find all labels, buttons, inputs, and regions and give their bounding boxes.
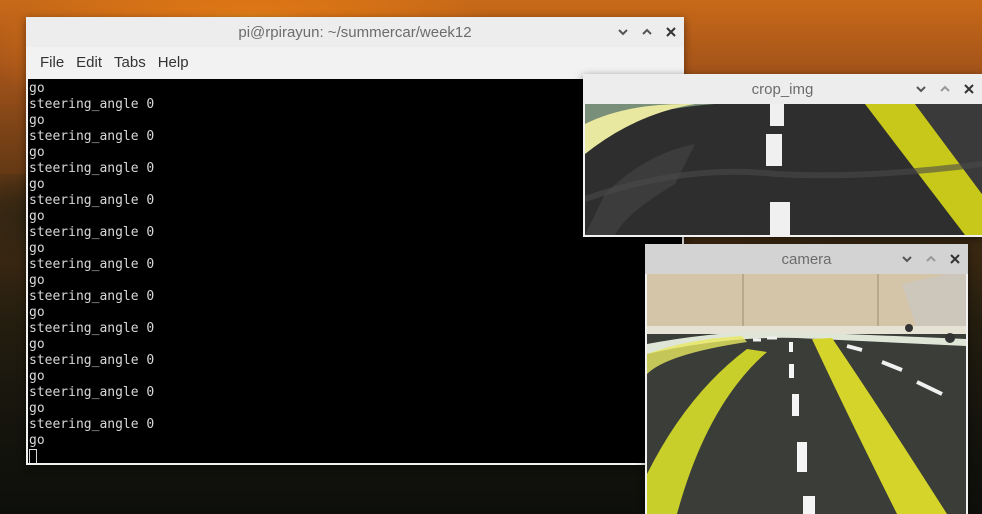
terminal-line: steering_angle 0 [29, 385, 155, 400]
terminal-line: go [29, 337, 45, 352]
minimize-button[interactable] [914, 82, 928, 96]
close-button[interactable] [962, 82, 976, 96]
close-icon [964, 84, 974, 94]
maximize-button[interactable] [924, 252, 938, 266]
terminal-line: go [29, 401, 45, 416]
crop-img-titlebar[interactable]: crop_img [583, 74, 982, 104]
terminal-prompt-line [29, 449, 682, 463]
chevron-up-icon [926, 255, 936, 262]
maximize-button[interactable] [938, 82, 952, 96]
minimize-button[interactable] [900, 252, 914, 266]
camera-window: camera [645, 244, 968, 514]
terminal-line: steering_angle 0 [29, 321, 155, 336]
terminal-menubar: File Edit Tabs Help [26, 47, 684, 77]
menu-edit[interactable]: Edit [70, 54, 108, 71]
terminal-line: go [29, 273, 45, 288]
terminal-line: steering_angle 0 [29, 289, 155, 304]
window-title: camera [781, 250, 832, 268]
chevron-down-icon [618, 29, 628, 36]
terminal-line: go [29, 305, 45, 320]
window-title: pi@rpirayun: ~/summercar/week12 [238, 23, 472, 41]
chevron-down-icon [902, 256, 912, 263]
menu-tabs[interactable]: Tabs [108, 54, 152, 71]
crop-img-window: crop_img [583, 74, 982, 237]
terminal-line: steering_angle 0 [29, 417, 155, 432]
terminal-line: steering_angle 0 [29, 353, 155, 368]
text-cursor [29, 449, 37, 463]
window-title: crop_img [751, 80, 814, 98]
close-button[interactable] [664, 25, 678, 39]
close-icon [950, 254, 960, 264]
terminal-line: go [29, 241, 45, 256]
terminal-titlebar[interactable]: pi@rpirayun: ~/summercar/week12 [26, 17, 684, 47]
chevron-up-icon [940, 85, 950, 92]
menu-file[interactable]: File [34, 54, 70, 71]
chevron-down-icon [916, 86, 926, 93]
terminal-line: steering_angle 0 [29, 257, 155, 272]
maximize-button[interactable] [640, 25, 654, 39]
terminal-line: go [29, 433, 45, 448]
chevron-up-icon [642, 28, 652, 35]
menu-help[interactable]: Help [152, 54, 195, 71]
crop-image [585, 104, 982, 235]
camera-titlebar[interactable]: camera [645, 244, 968, 274]
minimize-button[interactable] [616, 25, 630, 39]
close-icon [666, 27, 676, 37]
close-button[interactable] [948, 252, 962, 266]
camera-image [647, 274, 966, 514]
terminal-line: go [29, 369, 45, 384]
